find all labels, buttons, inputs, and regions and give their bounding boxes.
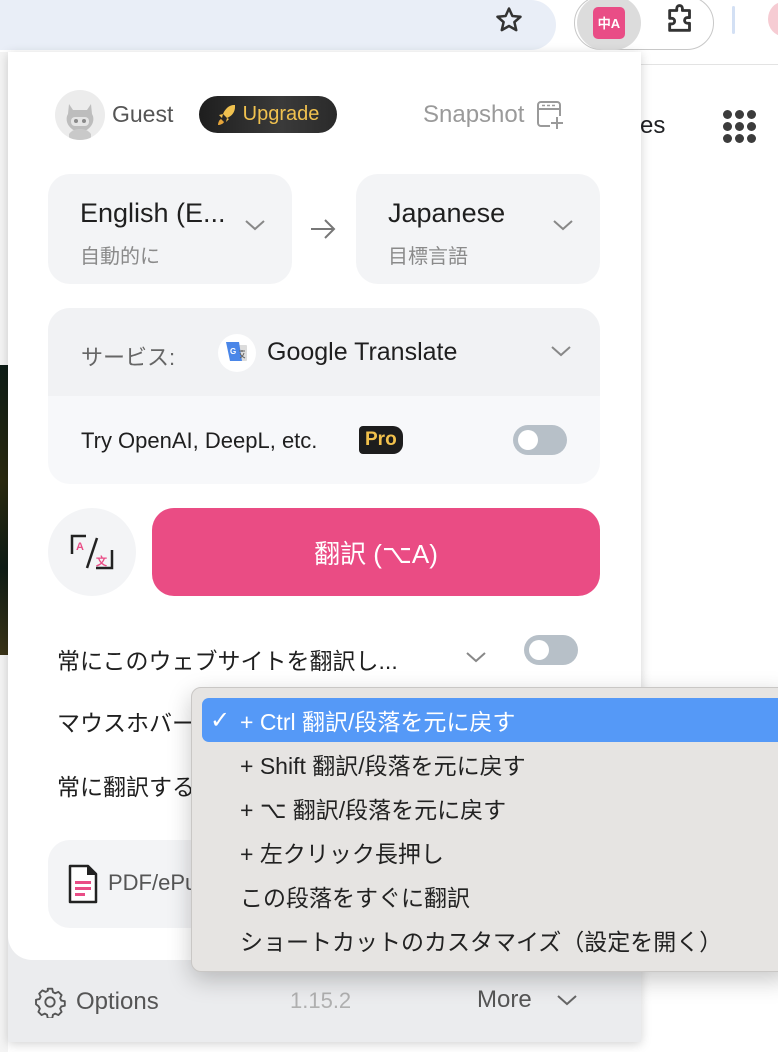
toolbar-separator [732,6,735,34]
target-language-name: Japanese [388,198,506,228]
always-translate-label: 常に翻訳する [57,774,195,800]
bookmark-star-button[interactable] [489,0,529,40]
translate-mode-button[interactable]: A 文 [48,508,136,596]
menu-item-label: ショートカットのカスタマイズ（設定を開く） [240,929,723,955]
mouse-hover-label: マウスホバー [57,710,195,736]
background-page-text: es [640,112,666,139]
chevron-down-icon[interactable] [465,650,487,664]
chevron-down-icon [551,346,571,357]
try-premium-services-label: Try OpenAI, DeepL, etc. [81,428,318,453]
chevron-down-icon [557,995,577,1006]
menu-item-label: この段落をすぐに翻訳 [240,885,470,911]
snapshot-add-icon [537,101,565,130]
always-translate-site-label[interactable]: 常にこのウェブサイトを翻訳し... [57,642,398,676]
source-language-select[interactable]: English (E... 自動的に [48,174,292,284]
try-premium-services-toggle[interactable] [513,425,567,455]
user-name: Guest [112,101,174,127]
version-label: 1.15.2 [290,988,352,1013]
arrow-right-icon [311,219,336,239]
apps-grid-icon[interactable] [723,110,757,144]
service-name: Google Translate [267,338,458,366]
rocket-icon [217,104,235,125]
upgrade-label: Upgrade [242,103,320,125]
star-icon [496,7,522,32]
target-language-sub: 目標言語 [388,246,468,268]
document-icon [68,864,98,904]
source-language-sub: 自動的に [80,246,160,268]
bilingual-translate-icon: A 文 [70,534,114,570]
upgrade-button[interactable]: Upgrade [199,96,337,133]
translate-extension-button[interactable]: 中A [577,0,641,50]
menu-item-label: + 左クリック長押し [240,841,444,867]
background-page-image [0,365,8,655]
menu-item-label: + ⌥ 翻訳/段落を元に戻す [240,797,507,823]
snapshot-label: Snapshot [423,101,525,128]
user-avatar[interactable] [55,90,105,140]
options-label: Options [76,988,159,1015]
target-language-select[interactable]: Japanese 目標言語 [356,174,600,284]
svg-text:文: 文 [96,554,108,568]
snapshot-button[interactable]: Snapshot [423,100,565,130]
menu-item-instant[interactable]: この段落をすぐに翻訳 [202,874,778,918]
page-divider [640,64,778,65]
translate-extension-icon: 中A [593,7,625,39]
address-bar[interactable] [0,0,556,50]
checkmark-icon: ✓ [210,707,231,734]
chevron-down-icon [245,220,265,231]
menu-item-long-press[interactable]: + 左クリック長押し [202,830,778,874]
translate-page-button[interactable]: 翻訳 (⌥A) [152,508,600,596]
service-label: サービス: [81,345,176,370]
menu-item-label: + Ctrl 翻訳/段落を元に戻す [240,709,516,735]
chevron-down-icon [553,220,573,231]
service-panel: サービス: G Google Translate Try OpenAI, Dee… [48,308,600,484]
svg-text:A: A [76,541,84,553]
profile-avatar[interactable] [768,2,778,36]
more-label: More [477,986,532,1013]
google-translate-icon: G [218,334,256,372]
extensions-menu-button[interactable] [660,0,702,40]
menu-item-shift[interactable]: + Shift 翻訳/段落を元に戻す [202,742,778,786]
service-select[interactable]: サービス: G Google Translate [48,308,600,396]
svg-text:G: G [230,347,236,356]
options-button[interactable]: Options [34,986,159,1018]
puzzle-icon [668,4,691,32]
menu-item-label: + Shift 翻訳/段落を元に戻す [240,753,526,779]
menu-item-customize-shortcut[interactable]: ショートカットのカスタマイズ（設定を開く） [202,918,778,962]
mouse-hover-dropdown-menu: ✓ + Ctrl 翻訳/段落を元に戻す + Shift 翻訳/段落を元に戻す +… [191,687,778,972]
source-language-name: English (E... [80,198,226,228]
more-button[interactable]: More [477,986,578,1014]
menu-item-ctrl[interactable]: ✓ + Ctrl 翻訳/段落を元に戻す [202,698,778,742]
always-translate-site-toggle[interactable] [524,635,578,665]
avatar-icon [66,104,94,140]
menu-item-option[interactable]: + ⌥ 翻訳/段落を元に戻す [202,786,778,830]
pro-badge: Pro [359,426,403,454]
gear-icon [35,987,66,1018]
